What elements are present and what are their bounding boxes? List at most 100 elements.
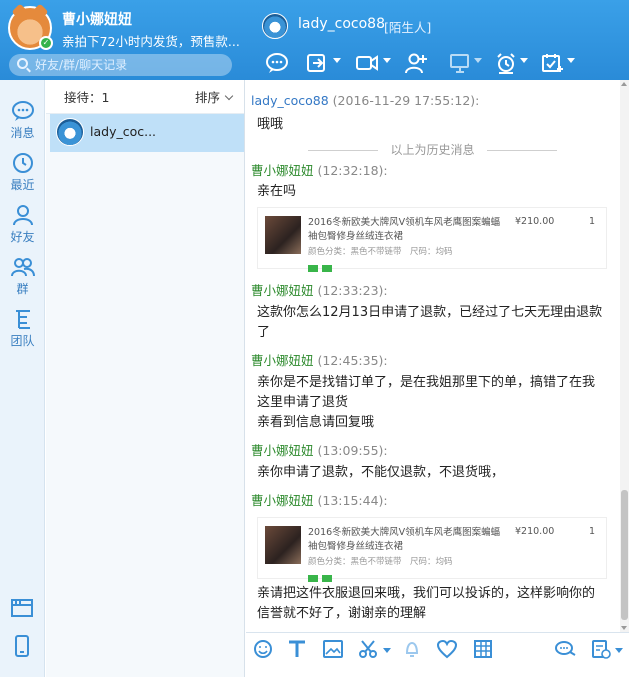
nav-label-friends: 好友 [10,230,35,244]
product-card[interactable]: 2016冬新欧美大牌风V领机车风老鹰图案蝙蝠袖包臀修身丝绒连衣裙 ¥210.00… [257,207,607,272]
team-icon [15,310,30,329]
heart-icon[interactable] [436,639,460,661]
scroll-up-arrow[interactable] [621,82,627,86]
product-price: ¥210.00 [515,216,555,227]
add-contact-icon[interactable] [401,50,431,76]
message-text: 这款你怎么12月13日申请了退款，已经过了七天无理由退款了 [257,305,603,340]
history-divider: 以上为历史消息 [246,141,619,158]
nav-label-recent: 最近 [10,178,35,192]
chat-partner-tag: [陌生人] [384,20,432,35]
product-quantity: 1 [589,216,596,227]
scissors-dropdown-icon[interactable] [383,648,391,653]
message-text: 亲在吗 [257,184,297,199]
product-spec: 颜色分类：黑色不带链带 尺码：均码 [308,557,453,567]
screen-share-dropdown-icon[interactable] [474,58,482,63]
history-icon[interactable] [590,639,614,661]
chat-message-area: lady_coco88 (2016-11-29 17:55:12): 哦哦 以上… [246,80,619,632]
mobile-icon[interactable] [10,635,34,657]
product-card[interactable]: 2016冬新欧美大牌风V领机车风老鹰图案蝙蝠袖包臀修身丝绒连衣裙 ¥210.00… [257,517,607,582]
chat-scrollbar[interactable] [620,80,629,632]
search-placeholder: 好友/群/聊天记录 [35,58,128,72]
font-icon[interactable] [286,639,310,661]
product-thumbnail [265,526,301,564]
my-signature[interactable]: 亲拍下72小时内发货，预售款... [62,31,244,50]
message-header: lady_coco88 (2016-11-29 17:55:12): [251,93,479,108]
image-icon[interactable] [322,639,346,661]
product-spec: 颜色分类：黑色不带链带 尺码：均码 [308,247,453,257]
tag-icon [308,265,318,272]
contact-item[interactable]: lady_coc... [50,114,244,152]
transfer-icon[interactable] [302,50,332,76]
video-dropdown-icon[interactable] [383,58,391,63]
app-window-icon[interactable] [10,597,34,619]
scrollbar-thumb[interactable] [621,490,628,620]
nav-item-recent[interactable]: 最近 [0,152,45,193]
chat-partner-name: lady_coco88 [298,16,385,32]
sender-name: 曹小娜妞妞 [251,493,314,508]
message-header: 曹小娜妞妞 (12:45:35): [251,350,388,369]
online-status-icon: ✓ [39,36,53,50]
message-header: 曹小娜妞妞 (12:33:23): [251,280,388,299]
tag-icon [308,575,318,582]
sender-name: 曹小娜妞妞 [251,353,314,368]
emoji-icon[interactable] [252,639,276,661]
product-thumbnail [265,216,301,254]
alarm-dropdown-icon[interactable] [520,58,528,63]
history-divider-label: 以上为历史消息 [390,143,475,157]
screen-share-icon[interactable] [445,50,475,76]
contact-avatar [56,118,84,146]
product-tags [308,261,336,276]
chat-partner-avatar[interactable] [262,13,288,39]
shake-icon[interactable] [401,639,425,661]
contact-list-header: 接待：1 排序 [46,80,244,114]
message-header: 曹小娜妞妞 (12:32:18): [251,160,388,179]
table-icon[interactable] [472,639,496,661]
nav-label-team: 团队 [10,334,35,348]
input-toolbar [246,632,629,677]
alarm-icon[interactable] [491,50,521,76]
person-icon [12,205,33,226]
scissors-icon[interactable] [358,639,382,661]
sender-name: 曹小娜妞妞 [251,283,314,298]
message-header: 曹小娜妞妞 (13:15:44): [251,490,388,509]
chat-bubble-icon[interactable] [262,50,292,76]
search-icon [17,58,28,69]
message-icon [11,101,34,121]
nav-label-messages: 消息 [10,126,35,140]
product-quantity: 1 [589,526,596,537]
history-dropdown-icon[interactable] [615,648,623,653]
nav-label-groups: 群 [16,282,29,296]
nav-item-messages[interactable]: 消息 [0,100,45,141]
tag-icon [322,575,332,582]
tag-icon [322,265,332,272]
message-time: (12:32:18): [317,163,388,178]
avatar-ear-right [31,3,49,21]
calendar-check-icon[interactable] [537,50,567,76]
nav-item-team[interactable]: 团队 [0,308,45,349]
title-bar: ✓ 曹小娜妞妞 亲拍下72小时内发货，预售款... 好友/群/聊天记录 lady… [0,0,629,80]
transfer-dropdown-icon[interactable] [333,58,341,63]
my-nickname: 曹小娜妞妞 [62,12,132,28]
message-text: 亲你是不是找错订单了，是在我姐那里下的单，搞错了在我这里申请了退货 [257,375,596,410]
contact-name: lady_coc... [90,124,157,139]
sort-button[interactable]: 排序 [195,80,232,116]
message-time: (2016-11-29 17:55:12): [332,93,480,108]
message-time: (13:09:55): [317,443,388,458]
left-navigation: 消息 最近 好友 群 团队 [0,80,45,677]
video-icon[interactable] [352,50,382,76]
calendar-dropdown-icon[interactable] [567,58,575,63]
message-time: (13:15:44): [317,493,388,508]
contact-list-panel: 接待：1 排序 lady_coc... [46,80,245,677]
my-avatar[interactable]: ✓ [8,3,53,50]
message-text: 亲你申请了退款，不能仅退款，不退货哦， [257,465,505,480]
quick-reply-icon[interactable] [554,639,578,661]
search-input[interactable]: 好友/群/聊天记录 [9,54,232,76]
nav-item-friends[interactable]: 好友 [0,204,45,245]
sender-name: 曹小娜妞妞 [251,443,314,458]
message-time: (12:45:35): [317,353,388,368]
group-icon [10,258,35,277]
scroll-down-arrow[interactable] [621,626,627,630]
message-text: 亲请把这件衣服退回来哦，我们可以投诉的，这样影响你的信誉就不好了，谢谢亲的理解 [257,586,596,621]
sender-name: lady_coco88 [251,93,329,108]
nav-item-groups[interactable]: 群 [0,256,45,297]
